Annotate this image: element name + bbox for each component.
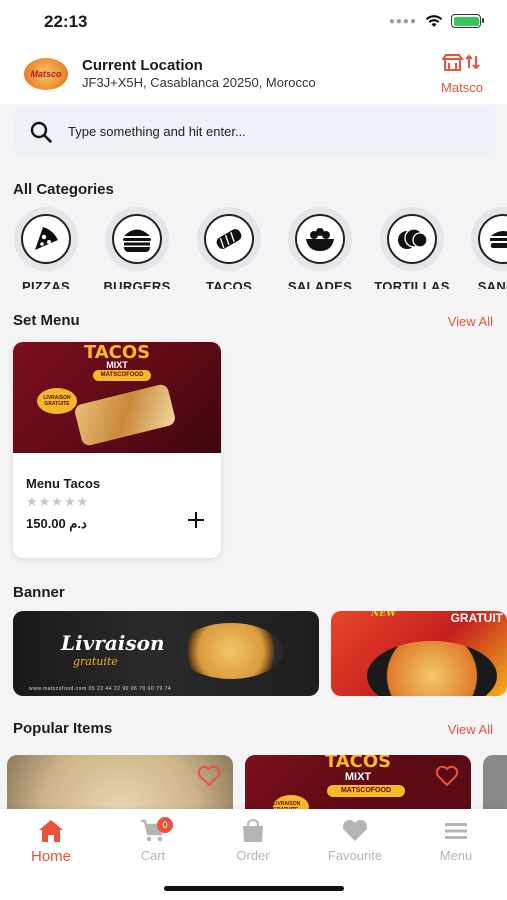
pizza-icon — [21, 214, 71, 264]
status-time: 22:13 — [44, 12, 88, 31]
image-brand-pill: MATSCOFOOD — [327, 785, 405, 797]
category-list: PIZZAS BURGERS TACOS SALADES TORTILLAS S… — [0, 207, 507, 289]
popular-items-title: Popular Items — [13, 720, 113, 737]
shopping-bag-icon — [243, 819, 263, 842]
tab-order[interactable]: Order — [213, 819, 293, 863]
battery-icon — [451, 14, 484, 28]
menu-item-price: 150.00 د.م — [26, 516, 87, 531]
tab-home[interactable]: Home — [11, 819, 91, 865]
category-label: SANDW — [477, 279, 507, 289]
popular-view-all-link[interactable]: View All — [448, 722, 493, 737]
tortilla-icon — [387, 214, 437, 264]
plus-icon — [188, 512, 204, 528]
status-bar: 22:13 ●●●● — [0, 0, 507, 44]
banner-promo[interactable]: NEW GRATUIT — [331, 611, 507, 696]
popular-item-card[interactable] — [7, 755, 233, 815]
store-label: Matsco — [441, 80, 483, 95]
salad-icon — [295, 214, 345, 264]
banner-title: Banner — [13, 584, 65, 601]
banner-script-text: Livraison — [61, 631, 165, 655]
tacos-icon — [204, 214, 254, 264]
banner-pizza-image — [367, 641, 497, 696]
search-icon — [30, 121, 52, 143]
popular-item-card[interactable]: TACOS MIXT MATSCOFOOD LIVRAISON GRATUITE — [245, 755, 471, 815]
tab-label: Menu — [439, 848, 473, 863]
tacos-photo — [73, 383, 177, 447]
popular-item-card[interactable] — [483, 755, 507, 815]
banner-contact-text: www.matscofood.com 05 22 44 22 90 06 70 … — [29, 686, 172, 692]
cart-count-badge: 0 — [157, 817, 173, 833]
rating-stars: ★★★★★ — [26, 494, 90, 509]
set-menu-view-all-link[interactable]: View All — [448, 314, 493, 329]
favourite-heart-icon[interactable] — [197, 765, 221, 787]
category-tacos[interactable]: TACOS — [184, 207, 274, 289]
home-indicator — [164, 886, 344, 891]
menu-item-image: TACOS MIXT MATSCOFOOD LIVRAISON GRATUITE — [13, 342, 221, 453]
category-salades[interactable]: SALADES — [275, 207, 365, 289]
store-swap-icon — [435, 54, 489, 77]
wifi-icon — [425, 15, 443, 27]
home-icon — [39, 820, 63, 842]
category-label: TACOS — [205, 279, 253, 289]
sandwich-icon — [478, 214, 507, 264]
favourite-heart-icon[interactable] — [435, 765, 459, 787]
category-pizzas[interactable]: PIZZAS — [1, 207, 91, 289]
search-input[interactable] — [68, 107, 478, 156]
signal-dots-icon: ●●●● — [388, 15, 417, 27]
category-tortillas[interactable]: TORTILLAS — [367, 207, 457, 289]
search-bar[interactable] — [14, 107, 495, 156]
tab-label: Order — [236, 848, 270, 863]
tab-label: Favourite — [327, 848, 383, 863]
burger-icon — [112, 214, 162, 264]
category-label: TORTILLAS — [374, 279, 450, 289]
category-label: SALADES — [287, 279, 353, 289]
tab-label: Home — [30, 848, 71, 865]
banner-pizza-image — [179, 623, 283, 679]
categories-title: All Categories — [13, 181, 114, 198]
image-brand-pill: MATSCOFOOD — [93, 370, 151, 381]
menu-icon — [445, 823, 467, 839]
set-menu-title: Set Menu — [13, 312, 80, 329]
status-icons: ●●●● — [388, 14, 484, 28]
image-subtitle: MIXT — [106, 360, 128, 370]
category-burgers[interactable]: BURGERS — [92, 207, 182, 289]
banner-headline: GRATUIT — [450, 611, 503, 625]
menu-item-name: Menu Tacos — [26, 476, 101, 491]
banner-new-tag: NEW — [371, 611, 397, 619]
location-header: Matsco Current Location JF3J+X5H, Casabl… — [0, 44, 507, 104]
category-label: PIZZAS — [21, 279, 71, 289]
category-label: BURGERS — [103, 279, 171, 289]
current-location-title: Current Location — [82, 57, 203, 74]
category-sandwiches[interactable]: SANDW — [458, 207, 507, 289]
brand-logo: Matsco — [24, 58, 68, 90]
current-location-address[interactable]: JF3J+X5H, Casablanca 20250, Morocco — [82, 75, 316, 90]
banner-script-subtext: gratuite — [73, 655, 118, 668]
menu-item-card[interactable]: TACOS MIXT MATSCOFOOD LIVRAISON GRATUITE… — [13, 342, 221, 558]
heart-icon — [342, 819, 368, 841]
store-switch-button[interactable]: Matsco — [435, 54, 489, 95]
tab-cart[interactable]: 0 Cart — [113, 817, 193, 863]
tab-favourite[interactable]: Favourite — [315, 819, 395, 863]
add-to-cart-button[interactable] — [187, 510, 205, 534]
tab-menu[interactable]: Menu — [416, 819, 496, 863]
image-delivery-badge: LIVRAISON GRATUITE — [37, 388, 77, 414]
tab-label: Cart — [140, 848, 166, 863]
banner-delivery[interactable]: Livraison gratuite www.matscofood.com 05… — [13, 611, 319, 696]
